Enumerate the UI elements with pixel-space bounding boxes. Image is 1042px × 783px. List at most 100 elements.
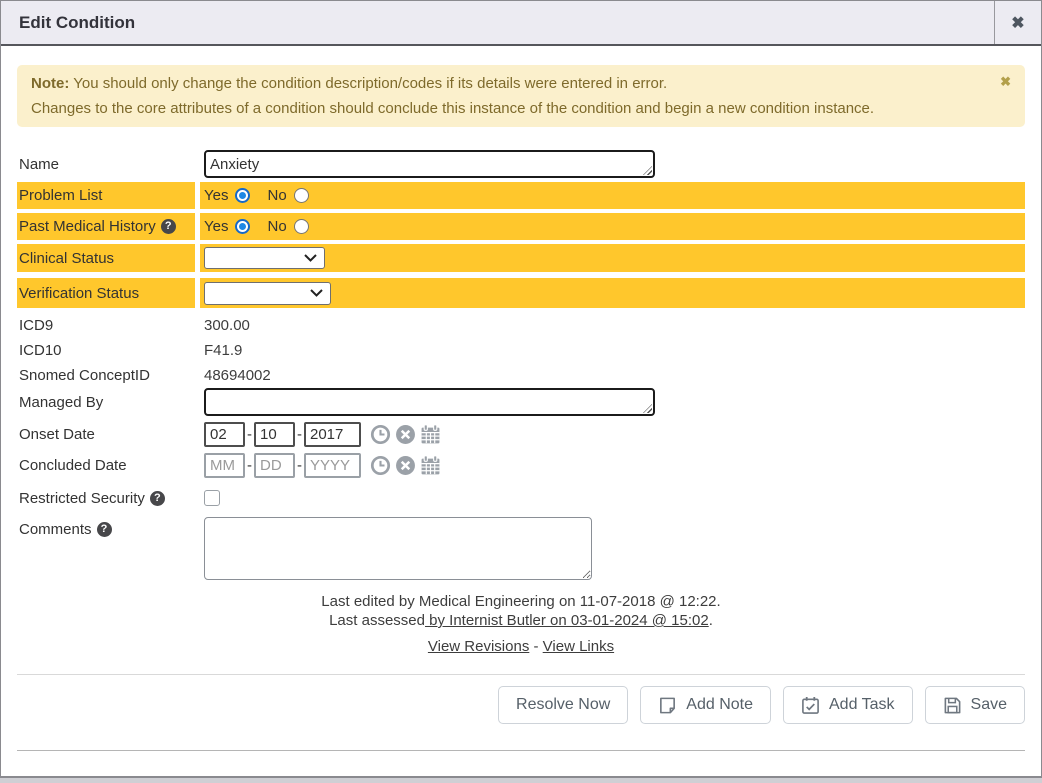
audit-info: Last edited by Medical Engineering on 11…	[17, 592, 1025, 630]
last-edited-line: Last edited by Medical Engineering on 11…	[17, 592, 1025, 611]
resolve-now-button[interactable]: Resolve Now	[498, 686, 628, 724]
pmh-yes-radio[interactable]	[235, 219, 250, 234]
pmh-no-label: No	[267, 218, 286, 235]
past-medical-history-radio-group: Yes No	[204, 218, 309, 235]
last-assessed-line: Last assessed by Internist Butler on 03-…	[17, 611, 1025, 630]
name-label: Name	[17, 156, 195, 173]
restricted-security-label: Restricted Security	[19, 490, 145, 507]
verification-status-label: Verification Status	[17, 278, 195, 308]
icd9-link[interactable]: 300.00	[204, 316, 250, 335]
calendar-icon[interactable]	[420, 424, 441, 445]
clock-icon[interactable]	[370, 455, 391, 476]
help-icon[interactable]: ?	[97, 522, 112, 537]
name-row: Name	[17, 149, 1025, 179]
dialog-close-button[interactable]: ✖	[994, 1, 1041, 44]
onset-day-input[interactable]	[254, 422, 295, 447]
icd10-label: ICD10	[17, 342, 195, 359]
restricted-security-checkbox[interactable]	[204, 490, 220, 506]
date-separator: -	[297, 426, 302, 443]
clear-date-icon[interactable]	[395, 455, 416, 476]
date-separator: -	[297, 457, 302, 474]
problem-list-label: Problem List	[17, 182, 195, 209]
calendar-check-icon	[801, 696, 820, 715]
snomed-label: Snomed ConceptID	[17, 367, 195, 384]
managed-by-label: Managed By	[17, 394, 195, 411]
name-input-wrap	[204, 150, 655, 178]
comments-row: Comments ?	[17, 517, 1025, 580]
problem-list-no-radio[interactable]	[294, 188, 309, 203]
date-separator: -	[247, 457, 252, 474]
note-prefix: Note:	[31, 75, 69, 92]
close-icon: ✖	[1011, 13, 1024, 33]
footer-divider	[17, 750, 1025, 751]
problem-list-yes-radio[interactable]	[235, 188, 250, 203]
comments-textarea[interactable]	[204, 517, 592, 580]
clear-date-icon[interactable]	[395, 424, 416, 445]
help-icon[interactable]: ?	[150, 491, 165, 506]
icd9-row: ICD9 300.00	[17, 313, 1025, 338]
save-label: Save	[971, 696, 1007, 714]
button-row-divider	[17, 674, 1025, 675]
verification-status-select[interactable]	[204, 282, 331, 305]
last-assessed-suffix: .	[709, 612, 713, 629]
link-separator: -	[529, 638, 542, 655]
managed-by-input-wrap	[204, 388, 655, 416]
note-line-2: Changes to the core attributes of a cond…	[31, 96, 1011, 121]
clock-icon[interactable]	[370, 424, 391, 445]
add-task-button[interactable]: Add Task	[783, 686, 913, 724]
name-input[interactable]	[204, 150, 655, 178]
onset-year-input[interactable]	[304, 422, 361, 447]
save-icon	[943, 696, 962, 715]
past-medical-history-row: Past Medical History ? Yes No	[17, 213, 1025, 240]
concluded-month-input[interactable]	[204, 453, 245, 478]
resolve-now-label: Resolve Now	[516, 696, 610, 714]
view-links-line: View Revisions - View Links	[17, 638, 1025, 655]
note-text-1: You should only change the condition des…	[69, 75, 667, 92]
concluded-day-input[interactable]	[254, 453, 295, 478]
verification-status-row: Verification Status	[17, 278, 1025, 308]
snomed-row: Snomed ConceptID 48694002	[17, 363, 1025, 388]
problem-list-radio-group: Yes No	[204, 187, 309, 204]
action-buttons: Resolve Now Add Note Add Task Save	[17, 686, 1025, 724]
onset-date-label: Onset Date	[17, 426, 195, 443]
save-button[interactable]: Save	[925, 686, 1025, 724]
onset-date-group: - -	[204, 422, 361, 447]
icd9-label: ICD9	[17, 317, 195, 334]
problem-list-yes-label: Yes	[204, 187, 228, 204]
onset-date-row: Onset Date - -	[17, 420, 1025, 449]
icd10-link[interactable]: F41.9	[204, 341, 242, 360]
view-revisions-link[interactable]: View Revisions	[428, 638, 529, 655]
managed-by-input[interactable]	[204, 388, 655, 416]
clinical-status-select[interactable]	[204, 247, 325, 269]
add-note-button[interactable]: Add Note	[640, 686, 771, 724]
concluded-date-label: Concluded Date	[17, 457, 195, 474]
note-icon	[658, 696, 677, 715]
dialog-body: Note: You should only change the conditi…	[1, 46, 1041, 776]
clinical-status-row: Clinical Status	[17, 244, 1025, 272]
snomed-link[interactable]: 48694002	[204, 366, 271, 385]
last-assessed-prefix: Last assessed	[329, 612, 425, 629]
icd10-row: ICD10 F41.9	[17, 338, 1025, 363]
clinical-status-label: Clinical Status	[17, 244, 195, 272]
add-note-label: Add Note	[686, 696, 753, 714]
note-line-1: Note: You should only change the conditi…	[31, 71, 1011, 96]
calendar-icon[interactable]	[420, 455, 441, 476]
problem-list-no-label: No	[267, 187, 286, 204]
view-links-link[interactable]: View Links	[543, 638, 614, 655]
problem-list-row: Problem List Yes No	[17, 182, 1025, 209]
pmh-no-radio[interactable]	[294, 219, 309, 234]
chevron-down-icon	[310, 289, 323, 297]
help-icon[interactable]: ?	[161, 219, 176, 234]
date-separator: -	[247, 426, 252, 443]
dialog-header: Edit Condition ✖	[1, 1, 1041, 46]
concluded-date-group: - -	[204, 453, 361, 478]
add-task-label: Add Task	[829, 696, 895, 714]
chevron-down-icon	[304, 254, 317, 262]
comments-label: Comments	[19, 521, 92, 538]
last-assessed-link[interactable]: by Internist Butler on 03-01-2024 @ 15:0…	[425, 612, 709, 629]
banner-dismiss-icon[interactable]: ✖	[1000, 75, 1011, 88]
concluded-year-input[interactable]	[304, 453, 361, 478]
concluded-date-row: Concluded Date - -	[17, 451, 1025, 480]
edit-condition-dialog: Edit Condition ✖ Note: You should only c…	[0, 0, 1042, 778]
onset-month-input[interactable]	[204, 422, 245, 447]
